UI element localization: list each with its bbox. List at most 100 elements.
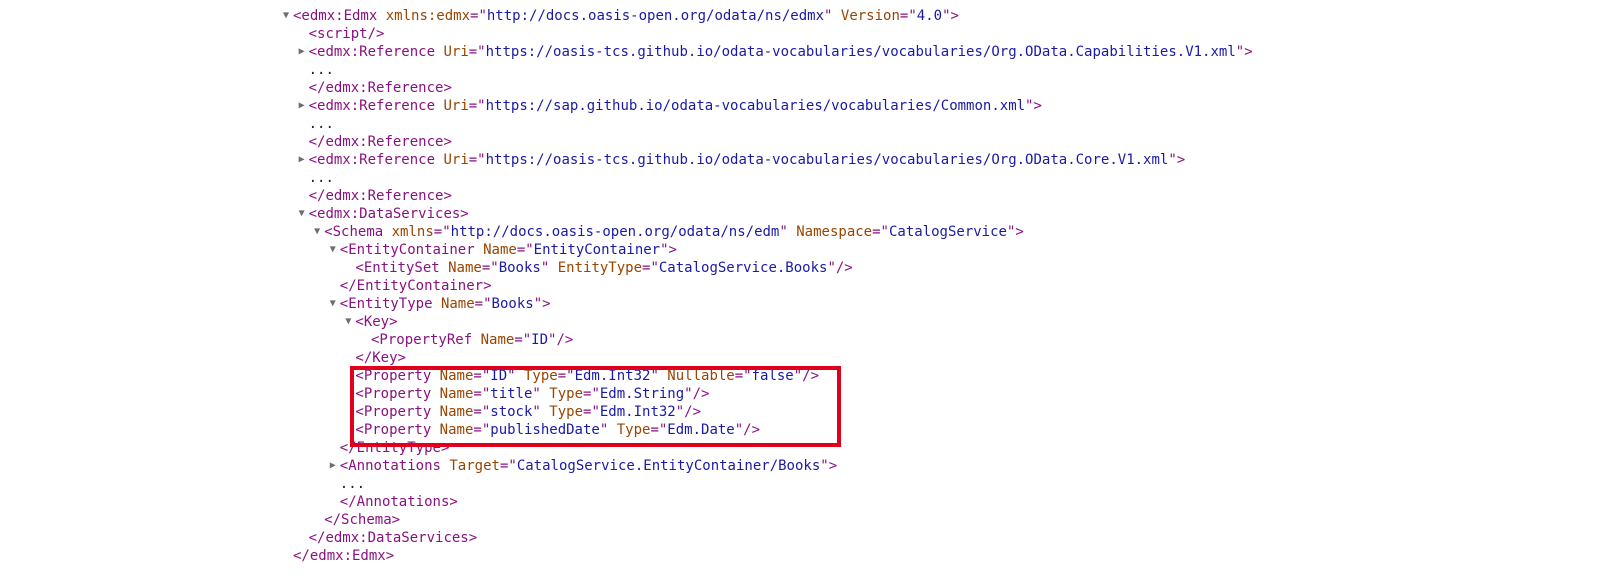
xml-line: ▶ <edmx:Reference Uri="https://sap.github… <box>0 97 1600 115</box>
collapsed-ellipsis[interactable]: ... <box>340 476 365 492</box>
tag-text: " <box>532 386 541 402</box>
xml-line: </EntityContainer> <box>0 277 1600 295</box>
attribute-value: Edm.Int32 <box>599 404 676 420</box>
tag-text: =" <box>734 368 752 384</box>
tag-text: <Property <box>355 422 432 438</box>
xml-line: ... <box>0 475 1600 493</box>
expand-triangle-icon[interactable]: ▼ <box>296 205 308 223</box>
tag-text: =" <box>583 386 600 402</box>
tag-text: "> <box>1006 224 1024 240</box>
tag-text: </EntityContainer> <box>339 278 492 294</box>
expand-triangle-icon[interactable]: ▼ <box>327 295 339 313</box>
xml-line-content: <Property Name="stock" Type="Edm.Int32"/… <box>355 403 701 421</box>
attribute-name: Uri <box>435 98 469 114</box>
xml-line-content: <edmx:Edmx xmlns:edmx="http://docs.oasis… <box>293 7 959 25</box>
xml-line: </edmx:Reference> <box>0 187 1600 205</box>
attribute-value: CatalogService.EntityContainer/Books <box>516 458 821 474</box>
xml-line: ... <box>0 169 1600 187</box>
attribute-value: false <box>751 368 794 384</box>
attribute-name: Version <box>832 8 900 24</box>
tag-text: "> <box>1235 44 1253 60</box>
xml-line: <EntitySet Name="Books" EntityType="Cata… <box>0 259 1600 277</box>
xml-line: ▼ <edmx:Edmx xmlns:edmx="http://docs.oasi… <box>0 7 1600 25</box>
collapse-triangle-icon[interactable]: ▶ <box>296 97 308 115</box>
attribute-value: publishedDate <box>490 422 600 438</box>
collapsed-ellipsis[interactable]: ... <box>309 116 334 132</box>
attribute-value: EntityContainer <box>533 242 661 258</box>
tag-text: "> <box>942 8 959 24</box>
xml-line: ▶ <edmx:Reference Uri="https://oasis-tcs.… <box>0 43 1600 61</box>
tag-text: =" <box>481 260 499 276</box>
xml-line: <Property Name="ID" Type="Edm.Int32" Nul… <box>0 367 1600 385</box>
xml-line-content: <PropertyRef Name="ID"/> <box>371 331 573 349</box>
xml-line: <Property Name="stock" Type="Edm.Int32"/… <box>0 403 1600 421</box>
xml-line-content: <Property Name="title" Type="Edm.String"… <box>355 385 709 403</box>
expand-triangle-icon[interactable]: ▼ <box>327 241 339 259</box>
collapse-triangle-icon[interactable]: ▶ <box>296 43 308 61</box>
collapsed-ellipsis[interactable]: ... <box>309 62 334 78</box>
xml-line-content: ... <box>340 475 365 493</box>
tag-text: </edmx:Reference> <box>308 80 452 96</box>
tag-text: "/> <box>548 332 574 348</box>
xml-line: <PropertyRef Name="ID"/> <box>0 331 1600 349</box>
tag-text: " <box>532 404 541 420</box>
attribute-name: Uri <box>435 44 469 60</box>
attribute-name: Name <box>472 332 515 348</box>
tag-text: </Key> <box>355 350 406 366</box>
attribute-value: Edm.Date <box>667 422 735 438</box>
xml-line-content: <edmx:Reference Uri="https://sap.github.… <box>309 97 1042 115</box>
tag-text: =" <box>433 224 451 240</box>
collapse-triangle-icon[interactable]: ▶ <box>296 151 308 169</box>
xml-line: </edmx:Edmx> <box>0 547 1600 565</box>
xml-line-content: ... <box>309 169 334 187</box>
xml-line: </Schema> <box>0 511 1600 529</box>
tag-text: "/> <box>793 368 820 384</box>
expand-triangle-icon[interactable]: ▼ <box>342 313 354 331</box>
xml-line: ▶ <Annotations Target="CatalogService.Ent… <box>0 457 1600 475</box>
tag-text: </edmx:DataServices> <box>308 530 478 546</box>
tag-text: </Annotations> <box>339 494 458 510</box>
tag-text: "/> <box>684 386 710 402</box>
tag-text: <Schema <box>324 224 384 240</box>
xml-line: </Key> <box>0 349 1600 367</box>
xml-line-content: <Key> <box>355 313 397 331</box>
tag-text: </EntityType> <box>339 440 450 456</box>
tag-text: </edmx:Reference> <box>308 134 452 150</box>
tag-text: =" <box>473 422 491 438</box>
attribute-name: Name <box>432 296 475 312</box>
tag-text: "> <box>820 458 838 474</box>
tag-text: =" <box>557 368 575 384</box>
tag-text: =" <box>473 404 491 420</box>
attribute-name: xmlns <box>383 224 434 240</box>
tag-text: " <box>650 368 659 384</box>
xml-line-content: ... <box>309 61 334 79</box>
xml-line-content: <EntityType Name="Books"> <box>340 295 551 313</box>
xml-line-content: </EntityContainer> <box>340 277 492 295</box>
xml-line: <script/> <box>0 25 1600 43</box>
attribute-name: EntityType <box>549 260 643 276</box>
attribute-value: http://docs.oasis-open.org/odata/ns/edm <box>450 224 780 240</box>
tag-text: =" <box>473 386 491 402</box>
attribute-value: stock <box>490 404 533 420</box>
attribute-value: http://docs.oasis-open.org/odata/ns/edmx <box>486 8 825 24</box>
tag-text: =" <box>468 44 486 60</box>
expand-triangle-icon[interactable]: ▼ <box>311 223 323 241</box>
collapse-triangle-icon[interactable]: ▶ <box>327 457 339 475</box>
expand-triangle-icon[interactable]: ▼ <box>280 7 292 25</box>
tag-text: <Property <box>355 368 432 384</box>
tag-text: =" <box>899 8 917 24</box>
xml-line-content: ... <box>309 115 334 133</box>
tag-text: <PropertyRef <box>371 332 473 348</box>
attribute-name: Type <box>540 386 584 402</box>
attribute-name: Type <box>540 404 584 420</box>
xml-line-content: <edmx:Reference Uri="https://oasis-tcs.g… <box>309 43 1253 61</box>
tag-text: <edmx:Reference <box>308 98 436 114</box>
xml-line-content: <Schema xmlns="http://docs.oasis-open.or… <box>324 223 1024 241</box>
tag-text: <edmx:Edmx <box>293 8 378 24</box>
attribute-name: Uri <box>435 152 469 168</box>
xml-line: ▼ <Key> <box>0 313 1600 331</box>
tag-text: </Schema> <box>324 512 401 528</box>
tag-text: <EntityContainer <box>339 242 475 258</box>
xml-line: ... <box>0 115 1600 133</box>
collapsed-ellipsis[interactable]: ... <box>309 170 334 186</box>
